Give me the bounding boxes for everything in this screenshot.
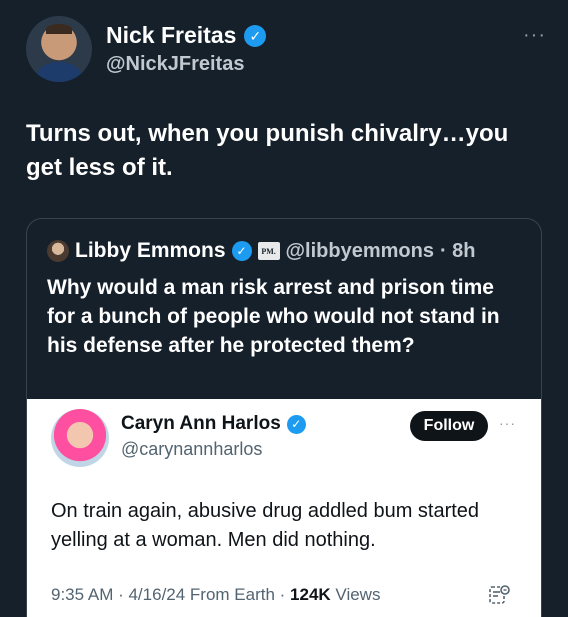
quoted-tweet-header: Libby Emmons ✓ PM. @libbyemmons · 8h: [47, 239, 476, 263]
embedded-tweet-text: On train again, abusive drug addled bum …: [51, 500, 480, 551]
embedded-avatar: [51, 409, 109, 467]
avatar[interactable]: [26, 16, 92, 82]
views-label: Views: [330, 585, 381, 604]
grok-icon: [489, 585, 510, 604]
embedded-author-name: Caryn Ann Harlos: [121, 413, 281, 434]
affiliation-badge-icon: PM.: [257, 242, 280, 260]
embedded-tweet-meta: 9:35 AM · 4/16/24 From Earth · 124K View…: [51, 585, 380, 605]
author-name[interactable]: Nick Freitas: [106, 22, 236, 49]
quoted-time: · 8h: [439, 239, 476, 262]
quoted-avatar[interactable]: [47, 240, 69, 262]
follow-button: Follow: [410, 411, 488, 441]
quoted-tweet-text: Why would a man risk arrest and prison t…: [47, 276, 500, 357]
quoted-tweet[interactable]: Libby Emmons ✓ PM. @libbyemmons · 8h Why…: [26, 218, 542, 617]
author-name-row: Nick Freitas ✓: [106, 22, 267, 49]
quoted-author-handle[interactable]: @libbyemmons: [286, 240, 434, 263]
views-count: 124K: [290, 585, 331, 604]
verified-badge-icon: ✓: [231, 241, 252, 261]
embedded-tweet-screenshot: Caryn Ann Harlos ✓ @carynannharlos Follo…: [27, 399, 541, 617]
verified-badge-icon: ✓: [244, 24, 267, 47]
more-options-icon: ···: [499, 415, 516, 431]
author-handle[interactable]: @NickJFreitas: [106, 53, 244, 76]
quoted-author-name[interactable]: Libby Emmons: [75, 239, 226, 263]
tweet-header: Nick Freitas ✓ @NickJFreitas ···: [26, 16, 546, 86]
timestamp-and-source: 9:35 AM · 4/16/24 From Earth ·: [51, 585, 291, 604]
more-options-icon[interactable]: ···: [523, 24, 546, 47]
embedded-author-handle: @carynannharlos: [121, 439, 263, 459]
embedded-author-row: Caryn Ann Harlos ✓: [121, 413, 306, 435]
verified-badge-icon: ✓: [286, 414, 306, 434]
tweet-text: Turns out, when you punish chivalry…you …: [26, 120, 509, 181]
